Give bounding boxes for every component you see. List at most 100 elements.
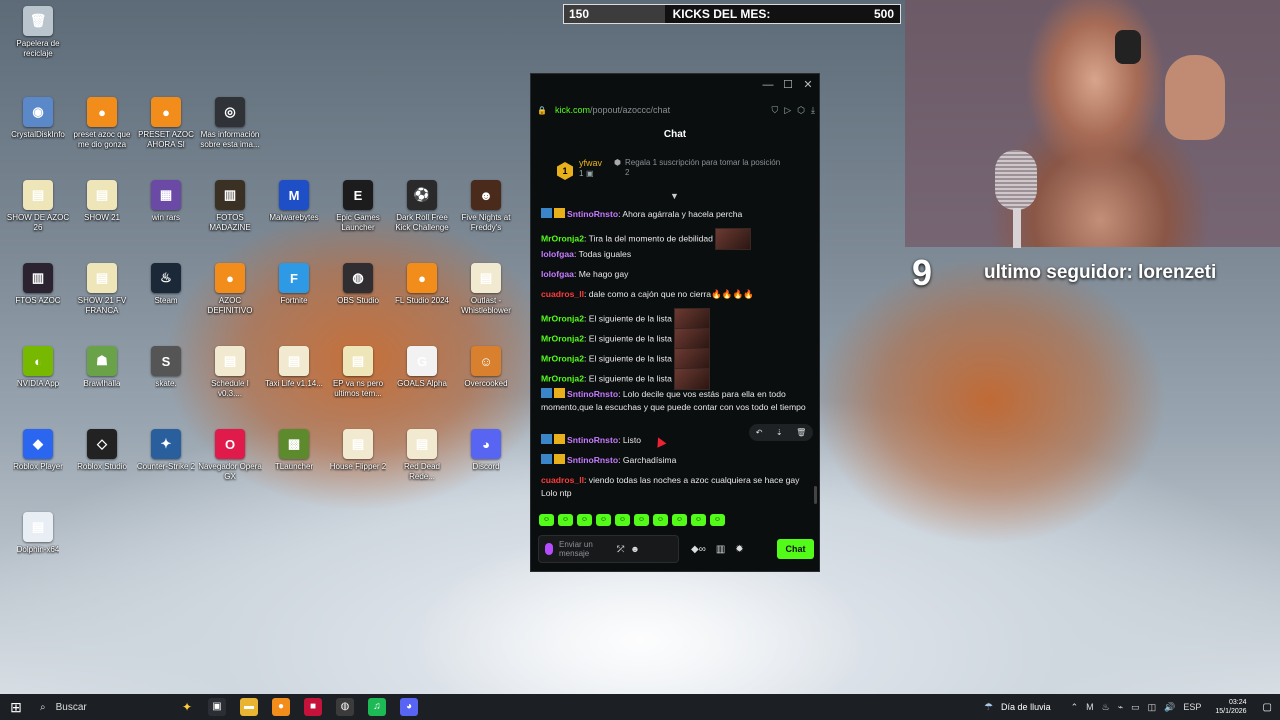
quick-emote-icon[interactable]: ☺ <box>615 514 630 526</box>
desktop-shortcut[interactable]: G GOALS Alpha <box>390 346 454 389</box>
desktop-shortcut[interactable]: ▤ Outlast - Whistleblower <box>454 263 518 316</box>
emoji-icon[interactable]: ☻ <box>630 544 639 554</box>
close-icon[interactable]: ✕ <box>801 78 815 92</box>
malwarebytes-tray-icon[interactable]: M <box>1086 702 1094 712</box>
spotify-icon[interactable]: ♫ <box>368 698 386 716</box>
chat-username[interactable]: lolofgaa <box>541 269 574 279</box>
voice-icon[interactable] <box>545 543 553 555</box>
chat-username[interactable]: MrOronja2 <box>541 333 584 343</box>
chat-message[interactable]: lolofgaa: Me hago gay <box>541 268 811 281</box>
obs-icon[interactable]: ◍ <box>336 698 354 716</box>
chat-message[interactable]: lolofgaa: Todas iguales <box>541 248 811 261</box>
points-icon[interactable]: ◆∞ <box>691 544 706 555</box>
weather-icon[interactable]: ☂ <box>984 702 993 713</box>
desktop-shortcut[interactable]: ▤ Red Dead Rede... <box>390 429 454 482</box>
desktop-shortcut[interactable]: ▩ TLauncher <box>262 429 326 472</box>
desktop-shortcut[interactable]: O Navegador Opera GX <box>198 429 262 482</box>
desktop-shortcut[interactable]: ▤ House Flipper 2 <box>326 429 390 472</box>
chat-username[interactable]: MrOronja2 <box>541 233 584 243</box>
tray-overflow-icon[interactable]: ⌃ <box>1071 702 1079 713</box>
desktop-shortcut[interactable]: ▤ SHOW 21 <box>70 180 134 223</box>
store-icon[interactable]: ▥ <box>716 544 725 555</box>
battery-icon[interactable]: ▭ <box>1131 702 1140 713</box>
chat-username[interactable]: cuadros_ll <box>541 475 584 485</box>
delete-icon[interactable]: 🗑 <box>796 428 806 437</box>
desktop-shortcut[interactable]: ◆ Roblox Player <box>6 429 70 472</box>
desktop-shortcut[interactable]: ● FL Studio 2024 <box>390 263 454 306</box>
quick-emote-icon[interactable]: ⤱ <box>617 544 624 555</box>
desktop-shortcut[interactable]: ☗ Brawlhalla <box>70 346 134 389</box>
network-icon[interactable]: ◫ <box>1148 702 1157 713</box>
desktop-shortcut[interactable]: F Fortnite <box>262 263 326 306</box>
desktop-shortcut[interactable]: ♨ Steam <box>134 263 198 306</box>
clock[interactable]: 03:24 15/1/2026 <box>1215 698 1246 716</box>
desktop-shortcut[interactable]: ◐ NVIDIA App <box>6 346 70 389</box>
taskbar-search[interactable]: ⌕ Buscar ✦ <box>32 694 192 720</box>
chat-username[interactable]: SntinoRnsto <box>567 389 618 399</box>
desktop-shortcut[interactable]: ◎ Mas información sobre esta ima... <box>198 97 262 150</box>
play-icon[interactable]: ▷ <box>784 105 791 116</box>
extension-icon[interactable]: ⬡ <box>797 105 805 116</box>
chat-message[interactable]: MrOronja2: Tira la del momento de debili… <box>541 228 811 250</box>
desktop-shortcut[interactable]: ▤ EP va ns pero ultimos tem... <box>326 346 390 399</box>
collapse-arrow-icon[interactable]: ▼ <box>670 191 679 201</box>
desktop-shortcut[interactable]: ☻ Five Nights at Freddy's <box>454 180 518 233</box>
desktop-shortcut[interactable]: ● AZOC DEFINITIVO <box>198 263 262 316</box>
file-explorer-icon[interactable]: ▬ <box>240 698 258 716</box>
chat-message[interactable]: MrOronja2: El siguiente de la lista <box>541 368 811 390</box>
desktop-shortcut[interactable]: ▤ Taxi Life v1.14... <box>262 346 326 389</box>
chat-message[interactable]: MrOronja2: El siguiente de la lista <box>541 348 811 370</box>
desktop-shortcut[interactable]: ▤ SHOW DE AZOC 26 <box>6 180 70 233</box>
chat-message[interactable]: SntinoRnsto: Lolo decile que vos estás p… <box>541 388 811 414</box>
start-button[interactable]: ⊞ <box>0 694 32 720</box>
task-view-icon[interactable]: ▣ <box>208 698 226 716</box>
discord-icon[interactable]: ◕ <box>400 698 418 716</box>
quick-emote-icon[interactable]: ☺ <box>653 514 668 526</box>
chat-username[interactable]: SntinoRnsto <box>567 455 618 465</box>
top-gifter-pinned[interactable]: 1 yfwav 1 ▣ ⬢ Regala 1 suscripción para … <box>557 158 797 184</box>
chat-message[interactable]: MrOronja2: El siguiente de la lista <box>541 308 811 330</box>
desktop-shortcut[interactable]: M Malwarebytes <box>262 180 326 223</box>
weather-text[interactable]: Día de lluvia <box>1001 702 1051 712</box>
settings-gear-icon[interactable]: ✹ <box>735 544 743 555</box>
notification-icon[interactable]: ▢ <box>1263 702 1272 713</box>
desktop-shortcut[interactable]: Sskate. <box>134 346 198 389</box>
desktop-shortcut[interactable]: ▥ FTOS AZOC <box>6 263 70 306</box>
desktop-shortcut[interactable]: ◉ CrystalDiskInfo <box>6 97 70 140</box>
chat-message[interactable]: SntinoRnsto: Ahora agárrala y hacela per… <box>541 208 811 221</box>
chat-username[interactable]: MrOronja2 <box>541 373 584 383</box>
quick-emote-icon[interactable]: ☺ <box>691 514 706 526</box>
fl-studio-icon[interactable]: ● <box>272 698 290 716</box>
chat-username[interactable]: MrOronja2 <box>541 313 584 323</box>
desktop-shortcut[interactable]: 🗑 Papelera de reciclaje <box>6 6 70 59</box>
quick-emote-icon[interactable]: ☺ <box>672 514 687 526</box>
download-icon[interactable]: ⤓ <box>811 105 815 116</box>
steam-tray-icon[interactable]: ♨ <box>1102 702 1110 713</box>
desktop-shortcut[interactable]: ▤ Dolphin-x64 <box>6 512 70 555</box>
app-icon[interactable]: ■ <box>304 698 322 716</box>
desktop-shortcut[interactable]: ◍ OBS Studio <box>326 263 390 306</box>
volume-icon[interactable]: 🔊 <box>1164 702 1175 713</box>
usb-icon[interactable]: ⌁ <box>1118 702 1123 713</box>
desktop-shortcut[interactable]: ▤ Schedule I v0.3.... <box>198 346 262 399</box>
pin-icon[interactable]: ⇣ <box>776 428 783 437</box>
chat-message[interactable]: cuadros_ll: dale como a cajón que no cie… <box>541 288 811 301</box>
desktop-shortcut[interactable]: ☺ Overcooked <box>454 346 518 389</box>
language-indicator[interactable]: ESP <box>1183 702 1201 712</box>
quick-emote-icon[interactable]: ☺ <box>558 514 573 526</box>
chat-username[interactable]: cuadros_ll <box>541 289 584 299</box>
reply-icon[interactable]: ↶ <box>756 428 763 437</box>
desktop-shortcut[interactable]: E Epic Games Launcher <box>326 180 390 233</box>
chat-message-input[interactable]: Enviar un mensaje ⤱ ☻ <box>538 535 679 563</box>
chat-message[interactable]: SntinoRnsto: Garchadísima <box>541 454 811 467</box>
chat-message[interactable]: MrOronja2: El siguiente de la lista <box>541 328 811 350</box>
chat-message[interactable]: cuadros_ll: viendo todas las noches a az… <box>541 474 811 500</box>
quick-emote-icon[interactable]: ☺ <box>634 514 649 526</box>
desktop-shortcut[interactable]: ● PRESET AZOC AHORA SI <box>134 97 198 150</box>
quick-emote-icon[interactable]: ☺ <box>596 514 611 526</box>
shield-icon[interactable]: ⛉ <box>771 105 778 116</box>
desktop-shortcut[interactable]: ▦ win rars <box>134 180 198 223</box>
quick-emote-icon[interactable]: ☺ <box>577 514 592 526</box>
desktop-shortcut[interactable]: ▥ FOTOS MADAZINE <box>198 180 262 233</box>
desktop-shortcut[interactable]: ◕ Discord <box>454 429 518 472</box>
